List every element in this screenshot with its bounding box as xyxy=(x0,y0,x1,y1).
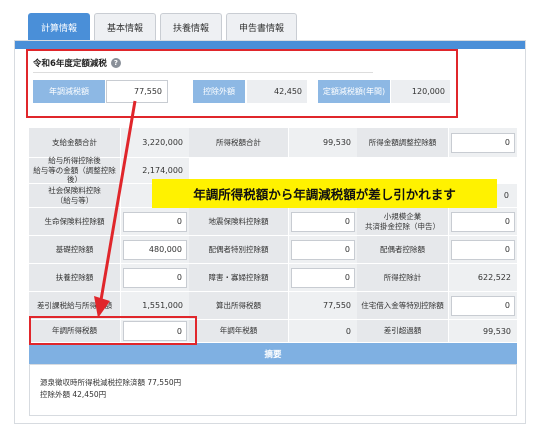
red-arrow-icon xyxy=(94,100,137,318)
annotation-callout: 年調所得税額から年調減税額が差し引かれます xyxy=(152,179,497,208)
